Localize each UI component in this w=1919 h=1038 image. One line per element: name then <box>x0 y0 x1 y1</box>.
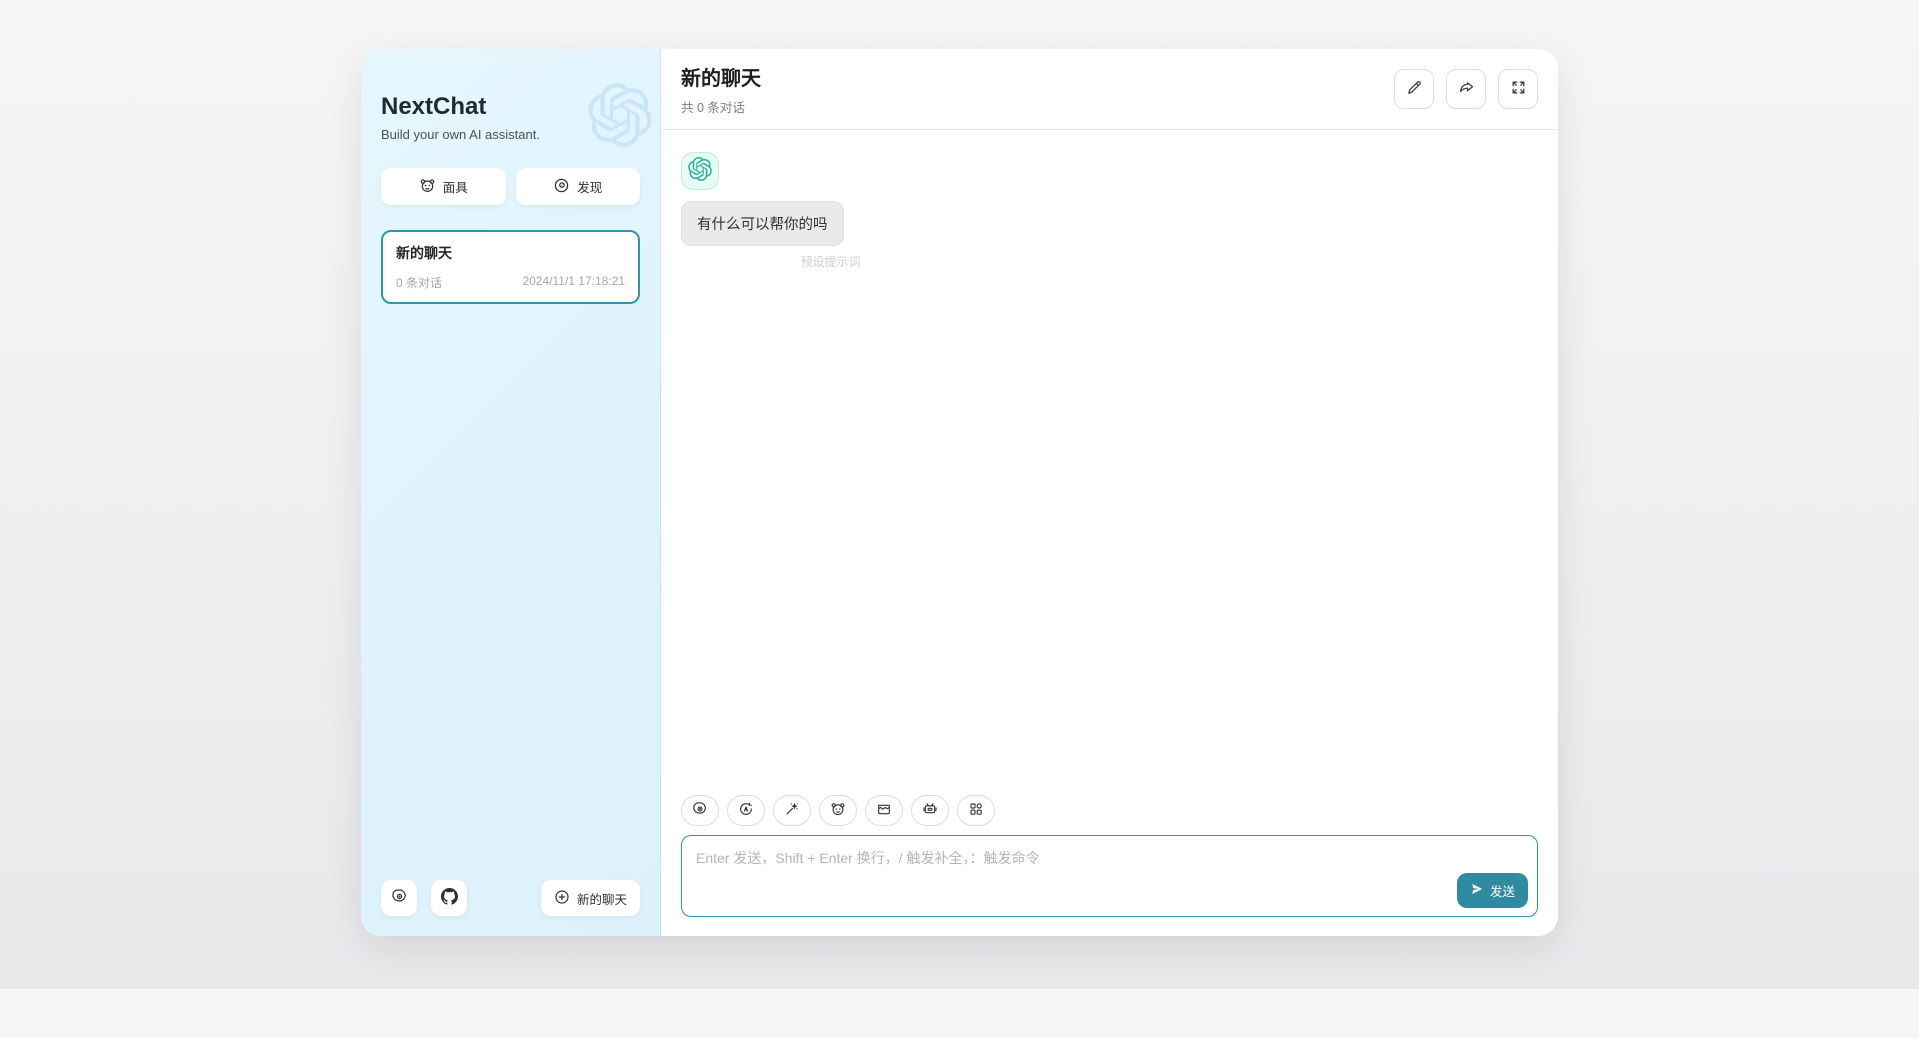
chat-panel: 新的聊天 共 0 条对话 <box>661 49 1558 936</box>
chat-list-item-selected[interactable]: 新的聊天 0 条对话 2024/11/1 17:18:21 <box>381 230 640 304</box>
chat-header: 新的聊天 共 0 条对话 <box>661 49 1558 130</box>
fullscreen-button[interactable] <box>1498 69 1538 109</box>
chat-item-count: 0 条对话 <box>396 274 442 291</box>
chat-input-panel: 发送 <box>661 785 1558 936</box>
prompt-shortcut-button[interactable] <box>773 795 811 826</box>
bot-message: 有什么可以帮你的吗 预设提示词 <box>681 201 844 270</box>
discover-button-label: 发现 <box>577 177 602 196</box>
mask-button-label: 面具 <box>443 177 468 196</box>
settings-button[interactable] <box>381 880 417 916</box>
chat-header-actions <box>1394 69 1538 109</box>
send-button[interactable]: 发送 <box>1457 873 1528 908</box>
share-icon <box>1458 79 1475 99</box>
chat-message-list: 有什么可以帮你的吗 预设提示词 <box>661 130 1558 785</box>
app-subtitle: Build your own AI assistant. <box>381 127 640 142</box>
chat-subtitle: 共 0 条对话 <box>681 97 761 116</box>
sidebar-button-row: 面具 发现 <box>381 168 640 205</box>
paper-plane-icon <box>1470 882 1484 899</box>
app-title: NextChat <box>381 93 640 121</box>
model-select-button[interactable] <box>911 795 949 826</box>
model-settings-button[interactable] <box>681 795 719 826</box>
auto-theme-icon <box>738 801 754 820</box>
nextchat-window: NextChat Build your own AI assistant. 面具… <box>361 49 1558 936</box>
fullscreen-icon <box>1510 79 1527 99</box>
chat-item-info: 0 条对话 2024/11/1 17:18:21 <box>396 274 625 291</box>
sidebar-footer: 新的聊天 <box>381 880 640 916</box>
chat-header-text: 新的聊天 共 0 条对话 <box>681 62 761 116</box>
bot-message-bubble[interactable]: 有什么可以帮你的吗 <box>681 201 844 246</box>
openai-logo-icon <box>688 157 712 186</box>
github-icon <box>441 888 458 908</box>
mask-button[interactable]: 面具 <box>381 168 506 205</box>
mask-icon <box>419 177 436 197</box>
input-wrap: 发送 <box>681 835 1538 922</box>
input-toolbar <box>681 795 1538 826</box>
rename-button[interactable] <box>1394 69 1434 109</box>
magic-wand-icon <box>784 801 800 820</box>
send-button-label: 发送 <box>1490 881 1515 900</box>
rename-icon <box>1406 79 1423 99</box>
discover-button[interactable]: 发现 <box>516 168 641 205</box>
share-button[interactable] <box>1446 69 1486 109</box>
plugins-button[interactable] <box>957 795 995 826</box>
sidebar: NextChat Build your own AI assistant. 面具… <box>361 49 661 936</box>
theme-toggle-button[interactable] <box>727 795 765 826</box>
bot-avatar <box>681 152 719 190</box>
chat-item-time: 2024/11/1 17:18:21 <box>522 274 625 291</box>
plus-circle-icon <box>554 889 570 908</box>
clear-context-icon <box>876 801 892 820</box>
preset-prompt-hint: 预设提示词 <box>681 253 861 270</box>
mask-icon <box>830 801 846 820</box>
new-chat-button[interactable]: 新的聊天 <box>541 880 640 916</box>
plugins-icon <box>968 801 984 820</box>
new-chat-button-label: 新的聊天 <box>577 889 627 908</box>
clear-context-button[interactable] <box>865 795 903 826</box>
robot-icon <box>922 801 938 820</box>
chat-title[interactable]: 新的聊天 <box>681 62 761 91</box>
gear-icon <box>391 888 408 908</box>
github-button[interactable] <box>431 880 467 916</box>
settings-icon <box>692 801 708 820</box>
chat-input[interactable] <box>681 835 1538 917</box>
discover-icon <box>553 177 570 197</box>
masks-button[interactable] <box>819 795 857 826</box>
chat-item-title: 新的聊天 <box>396 243 625 263</box>
